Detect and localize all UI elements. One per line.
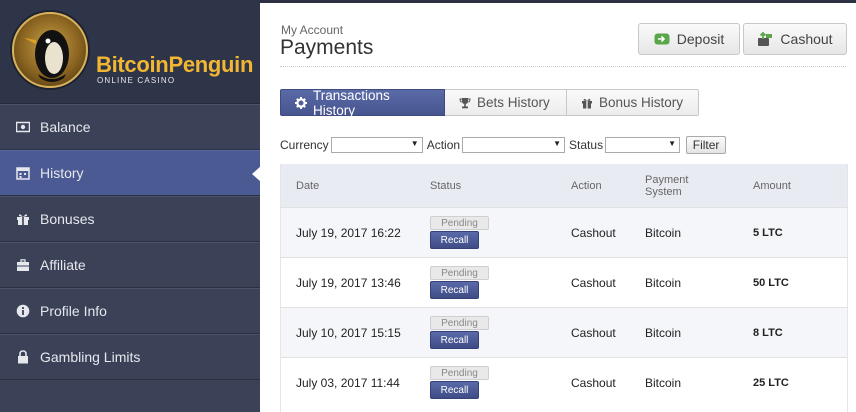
sidebar: BitcoinPenguin ONLINE CASINO Balance His… — [0, 0, 261, 412]
sidebar-item-gambling-limits[interactable]: Gambling Limits — [0, 334, 260, 380]
action-select[interactable] — [462, 137, 566, 153]
money-icon — [16, 120, 30, 134]
status-label: Status — [569, 138, 604, 152]
cell-action: Cashout — [571, 326, 616, 340]
brand-name-part1: Bitcoin — [96, 52, 169, 77]
header-payment-line1: Payment — [645, 173, 689, 186]
cell-status: Pending Recall — [430, 216, 490, 249]
cell-date: July 03, 2017 11:44 — [296, 376, 400, 390]
app-root: BitcoinPenguin ONLINE CASINO Balance His… — [0, 0, 856, 412]
cell-status: Pending Recall — [430, 316, 490, 349]
trophy-icon — [459, 97, 471, 109]
cell-amount: 50 LTC — [753, 277, 789, 289]
currency-select[interactable] — [330, 137, 423, 153]
status-badge: Pending — [430, 216, 489, 230]
info-icon — [16, 304, 30, 318]
recall-button[interactable]: Recall — [430, 231, 479, 249]
currency-label: Currency — [280, 138, 329, 152]
cell-status: Pending Recall — [430, 366, 490, 399]
cashout-icon — [757, 31, 773, 47]
status-select[interactable] — [605, 137, 681, 153]
action-label: Action — [426, 138, 461, 152]
cell-amount: 5 LTC — [753, 227, 783, 239]
breadcrumb: My Account — [281, 23, 344, 37]
cell-status: Pending Recall — [430, 266, 490, 299]
sidebar-item-history[interactable]: History — [0, 150, 261, 196]
header-date: Date — [296, 179, 320, 192]
title-divider — [280, 66, 846, 67]
lock-icon — [16, 350, 30, 364]
table-row: July 03, 2017 11:44 Pending Recall Casho… — [281, 357, 847, 407]
cell-date: July 19, 2017 16:22 — [296, 226, 401, 240]
recall-button[interactable]: Recall — [430, 331, 479, 349]
header-status: Status — [430, 179, 462, 192]
tab-bets-history[interactable]: Bets History — [445, 89, 567, 116]
cashout-label: Cashout — [780, 31, 833, 47]
sidebar-item-profile-info[interactable]: Profile Info — [0, 288, 260, 334]
main-content: My Account Payments Deposit Cashout Tran… — [260, 0, 856, 412]
sidebar-item-label: Affiliate — [40, 257, 86, 273]
tab-bonus-history[interactable]: Bonus History — [567, 89, 699, 116]
cell-payment-system: Bitcoin — [645, 326, 682, 340]
filter-bar: Currency Action Status Filter — [280, 136, 727, 154]
cashout-button[interactable]: Cashout — [743, 23, 847, 55]
deposit-button[interactable]: Deposit — [638, 23, 740, 55]
cell-action: Cashout — [571, 276, 616, 290]
cell-payment-system: Bitcoin — [645, 226, 682, 240]
deposit-icon — [654, 32, 670, 46]
table-row: July 19, 2017 16:22 Pending Recall Casho… — [281, 207, 847, 257]
tab-transactions-history[interactable]: Transactions History — [280, 87, 445, 118]
gear-icon — [295, 96, 307, 109]
cell-date: July 10, 2017 15:15 — [296, 326, 401, 340]
table-row: July 19, 2017 13:46 Pending Recall Casho… — [281, 257, 847, 307]
status-badge: Pending — [430, 266, 489, 280]
sidebar-item-label: Gambling Limits — [40, 349, 141, 365]
filter-button[interactable]: Filter — [686, 136, 727, 154]
gift-icon — [581, 97, 593, 109]
history-tabs: Transactions History Bets History Bonus … — [280, 87, 699, 118]
header-payment-system: Payment System — [645, 164, 688, 207]
tab-label: Bets History — [477, 95, 550, 110]
table-header: Date Status Action Payment System Amount — [281, 164, 847, 207]
deposit-label: Deposit — [676, 31, 725, 47]
tab-label: Transactions History — [313, 87, 390, 118]
logo-area[interactable]: BitcoinPenguin ONLINE CASINO — [0, 0, 260, 104]
gift-icon — [16, 212, 30, 226]
recall-button[interactable]: Recall — [430, 281, 479, 299]
header-amount: Amount — [753, 179, 791, 192]
table-row: July 10, 2017 15:15 Pending Recall Casho… — [281, 307, 847, 357]
calendar-icon — [16, 166, 30, 180]
header-payment-line2: System — [645, 185, 682, 198]
sidebar-item-label: Bonuses — [40, 211, 95, 227]
cell-date: July 19, 2017 13:46 — [296, 276, 401, 290]
sidebar-item-balance[interactable]: Balance — [0, 104, 260, 150]
sidebar-item-label: Profile Info — [40, 303, 107, 319]
status-badge: Pending — [430, 366, 489, 380]
sidebar-item-affiliate[interactable]: Affiliate — [0, 242, 260, 288]
brand-name: BitcoinPenguin — [96, 52, 253, 78]
penguin-logo-icon — [12, 12, 88, 88]
cell-action: Cashout — [571, 226, 616, 240]
cell-payment-system: Bitcoin — [645, 376, 682, 390]
cell-amount: 25 LTC — [753, 377, 789, 389]
status-badge: Pending — [430, 316, 489, 330]
sidebar-item-label: Balance — [40, 119, 91, 135]
cell-action: Cashout — [571, 376, 616, 390]
briefcase-icon — [16, 258, 30, 272]
header-action: Action — [571, 179, 602, 192]
brand-subtitle: ONLINE CASINO — [97, 76, 176, 85]
brand-name-part2: Penguin — [168, 52, 254, 77]
page-title: Payments — [280, 36, 374, 59]
top-border — [260, 0, 856, 3]
cell-amount: 8 LTC — [753, 327, 783, 339]
sidebar-item-label: History — [40, 165, 84, 181]
cell-payment-system: Bitcoin — [645, 276, 682, 290]
transactions-table: Date Status Action Payment System Amount… — [280, 164, 848, 412]
tab-label: Bonus History — [599, 95, 684, 110]
recall-button[interactable]: Recall — [430, 381, 479, 399]
sidebar-item-bonuses[interactable]: Bonuses — [0, 196, 260, 242]
